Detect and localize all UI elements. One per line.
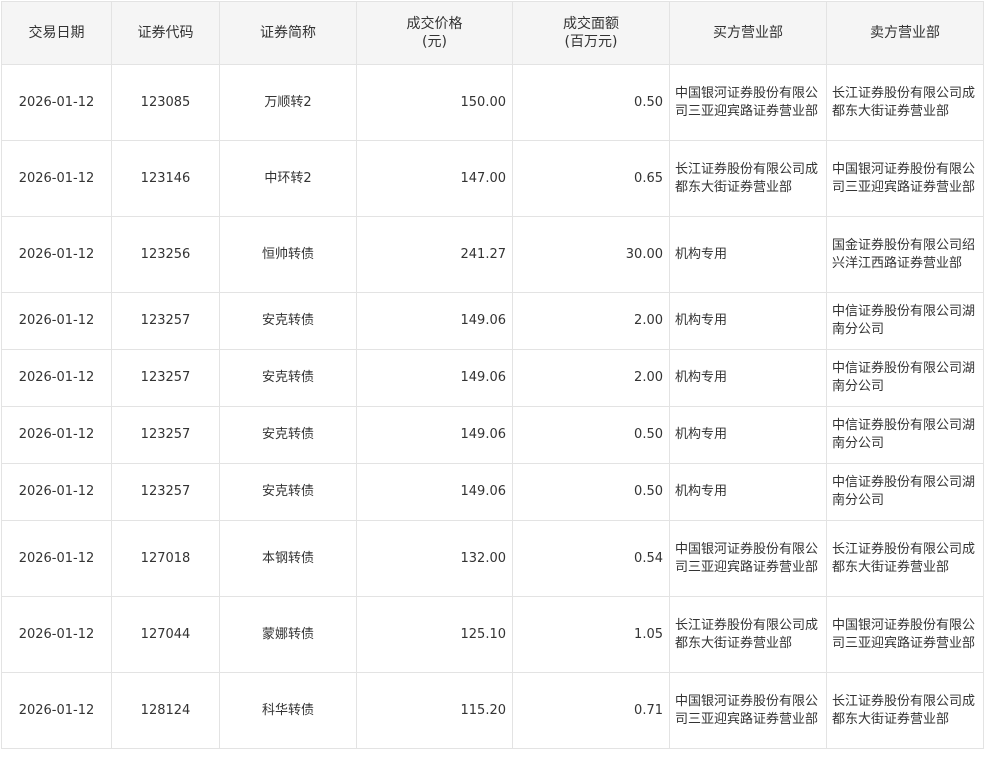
cell-trade-date: 2026-01-12 [1,406,112,464]
header-security-name[interactable]: 证券简称 [219,1,357,65]
cell-buyer-branch: 机构专用 [669,349,827,407]
cell-security-code: 123085 [111,64,220,141]
cell-buyer-branch: 长江证券股份有限公司成都东大街证券营业部 [669,140,827,217]
cell-buyer-branch: 长江证券股份有限公司成都东大街证券营业部 [669,596,827,673]
cell-trade-amount: 0.50 [512,463,670,521]
cell-trade-price: 125.10 [356,596,513,673]
cell-security-name: 安克转债 [219,349,357,407]
cell-trade-price: 149.06 [356,406,513,464]
cell-trade-amount: 0.54 [512,520,670,597]
cell-security-code: 123146 [111,140,220,217]
table-row: 2026-01-12 123146 中环转2 147.00 0.65 长江证券股… [1,140,984,217]
cell-security-code: 123257 [111,349,220,407]
cell-trade-price: 115.20 [356,672,513,749]
cell-seller-branch: 中信证券股份有限公司湖南分公司 [826,349,984,407]
cell-security-code: 123256 [111,216,220,293]
cell-trade-amount: 30.00 [512,216,670,293]
cell-trade-date: 2026-01-12 [1,520,112,597]
cell-seller-branch: 国金证券股份有限公司绍兴洋江西路证券营业部 [826,216,984,293]
header-security-code[interactable]: 证券代码 [111,1,220,65]
table-row: 2026-01-12 123257 安克转债 149.06 2.00 机构专用 … [1,349,984,407]
cell-buyer-branch: 机构专用 [669,463,827,521]
cell-trade-price: 149.06 [356,349,513,407]
cell-buyer-branch: 机构专用 [669,292,827,350]
cell-trade-date: 2026-01-12 [1,463,112,521]
cell-trade-price: 241.27 [356,216,513,293]
cell-trade-date: 2026-01-12 [1,140,112,217]
cell-security-code: 123257 [111,406,220,464]
cell-seller-branch: 长江证券股份有限公司成都东大街证券营业部 [826,64,984,141]
cell-buyer-branch: 机构专用 [669,216,827,293]
header-buyer-branch[interactable]: 买方营业部 [669,1,827,65]
cell-seller-branch: 中信证券股份有限公司湖南分公司 [826,292,984,350]
cell-security-name: 万顺转2 [219,64,357,141]
cell-trade-price: 150.00 [356,64,513,141]
cell-security-name: 本钢转债 [219,520,357,597]
cell-seller-branch: 中国银河证券股份有限公司三亚迎宾路证券营业部 [826,596,984,673]
table-row: 2026-01-12 123257 安克转债 149.06 2.00 机构专用 … [1,292,984,350]
cell-security-code: 123257 [111,292,220,350]
cell-trade-date: 2026-01-12 [1,672,112,749]
cell-security-code: 123257 [111,463,220,521]
header-seller-branch[interactable]: 卖方营业部 [826,1,984,65]
cell-security-name: 安克转债 [219,463,357,521]
cell-trade-amount: 2.00 [512,349,670,407]
cell-trade-amount: 0.50 [512,406,670,464]
table-header: 交易日期 证券代码 证券简称 成交价格 (元) 成交面额 (百万元) 买方营业部… [1,1,984,65]
cell-seller-branch: 长江证券股份有限公司成都东大街证券营业部 [826,672,984,749]
table-row: 2026-01-12 123256 恒帅转债 241.27 30.00 机构专用… [1,216,984,293]
cell-trade-price: 132.00 [356,520,513,597]
cell-security-name: 恒帅转债 [219,216,357,293]
cell-seller-branch: 长江证券股份有限公司成都东大街证券营业部 [826,520,984,597]
cell-trade-amount: 0.50 [512,64,670,141]
table-row: 2026-01-12 123257 安克转债 149.06 0.50 机构专用 … [1,406,984,464]
block-trade-table: 交易日期 证券代码 证券简称 成交价格 (元) 成交面额 (百万元) 买方营业部… [1,1,984,749]
table-body: 2026-01-12 123085 万顺转2 150.00 0.50 中国银河证… [1,64,984,749]
cell-trade-amount: 0.65 [512,140,670,217]
header-trade-amount[interactable]: 成交面额 (百万元) [512,1,670,65]
cell-trade-date: 2026-01-12 [1,292,112,350]
cell-seller-branch: 中国银河证券股份有限公司三亚迎宾路证券营业部 [826,140,984,217]
cell-seller-branch: 中信证券股份有限公司湖南分公司 [826,463,984,521]
cell-buyer-branch: 中国银河证券股份有限公司三亚迎宾路证券营业部 [669,672,827,749]
cell-trade-date: 2026-01-12 [1,349,112,407]
cell-buyer-branch: 中国银河证券股份有限公司三亚迎宾路证券营业部 [669,64,827,141]
cell-security-code: 127018 [111,520,220,597]
cell-trade-price: 149.06 [356,463,513,521]
header-trade-price[interactable]: 成交价格 (元) [356,1,513,65]
cell-security-name: 科华转债 [219,672,357,749]
cell-seller-branch: 中信证券股份有限公司湖南分公司 [826,406,984,464]
table-row: 2026-01-12 123257 安克转债 149.06 0.50 机构专用 … [1,463,984,521]
cell-trade-amount: 2.00 [512,292,670,350]
cell-trade-date: 2026-01-12 [1,596,112,673]
cell-trade-date: 2026-01-12 [1,64,112,141]
cell-trade-amount: 0.71 [512,672,670,749]
table-row: 2026-01-12 128124 科华转债 115.20 0.71 中国银河证… [1,672,984,749]
cell-trade-date: 2026-01-12 [1,216,112,293]
cell-security-name: 安克转债 [219,292,357,350]
cell-buyer-branch: 中国银河证券股份有限公司三亚迎宾路证券营业部 [669,520,827,597]
cell-security-name: 中环转2 [219,140,357,217]
cell-trade-amount: 1.05 [512,596,670,673]
cell-security-code: 128124 [111,672,220,749]
cell-trade-price: 147.00 [356,140,513,217]
cell-security-code: 127044 [111,596,220,673]
cell-security-name: 安克转债 [219,406,357,464]
table-row: 2026-01-12 127018 本钢转债 132.00 0.54 中国银河证… [1,520,984,597]
header-row: 交易日期 证券代码 证券简称 成交价格 (元) 成交面额 (百万元) 买方营业部… [1,1,984,65]
header-trade-date[interactable]: 交易日期 [1,1,112,65]
table-row: 2026-01-12 123085 万顺转2 150.00 0.50 中国银河证… [1,64,984,141]
table-row: 2026-01-12 127044 蒙娜转债 125.10 1.05 长江证券股… [1,596,984,673]
cell-trade-price: 149.06 [356,292,513,350]
cell-buyer-branch: 机构专用 [669,406,827,464]
cell-security-name: 蒙娜转债 [219,596,357,673]
